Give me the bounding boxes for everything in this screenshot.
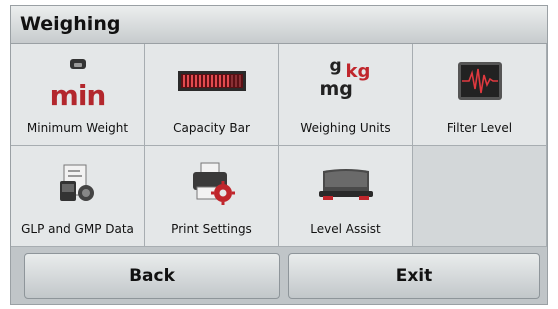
menu-item-glp-gmp-data[interactable]: GLP and GMP Data <box>11 145 145 247</box>
weighing-menu-screen: Weighing min Minimum Weight Capacity Bar… <box>10 5 548 305</box>
weighing-units-icon: g kg mg <box>279 52 412 110</box>
menu-item-level-assist[interactable]: Level Assist <box>279 145 413 247</box>
menu-item-label: Level Assist <box>310 222 381 236</box>
menu-item-weighing-units[interactable]: g kg mg Weighing Units <box>279 44 413 146</box>
unit-g-text: g <box>329 56 342 76</box>
title-bar: Weighing <box>11 6 547 44</box>
glp-gmp-data-icon <box>11 154 144 212</box>
empty-grid-cell <box>413 145 547 247</box>
menu-item-label: Print Settings <box>171 222 252 236</box>
print-settings-icon <box>145 154 278 212</box>
menu-item-filter-level[interactable]: Filter Level <box>413 44 547 146</box>
menu-item-label: Filter Level <box>446 120 513 135</box>
menu-grid: min Minimum Weight Capacity Bar g kg mg … <box>11 44 547 247</box>
menu-item-label: Minimum Weight <box>26 120 129 135</box>
menu-item-label: GLP and GMP Data <box>21 222 134 236</box>
menu-item-print-settings[interactable]: Print Settings <box>145 145 279 247</box>
filter-level-icon <box>413 52 546 110</box>
capacity-bar-icon <box>145 52 278 110</box>
menu-item-minimum-weight[interactable]: min Minimum Weight <box>11 44 145 146</box>
back-button[interactable]: Back <box>24 253 280 299</box>
minimum-weight-text: min <box>49 78 107 112</box>
footer-bar: Back Exit <box>11 247 547 304</box>
menu-item-capacity-bar[interactable]: Capacity Bar <box>145 44 279 146</box>
level-assist-icon <box>279 154 412 212</box>
page-title: Weighing <box>20 13 121 35</box>
unit-mg-text: mg <box>319 78 353 100</box>
exit-button[interactable]: Exit <box>288 253 540 299</box>
menu-item-label: Weighing Units <box>300 120 391 135</box>
menu-item-label: Capacity Bar <box>173 120 250 135</box>
